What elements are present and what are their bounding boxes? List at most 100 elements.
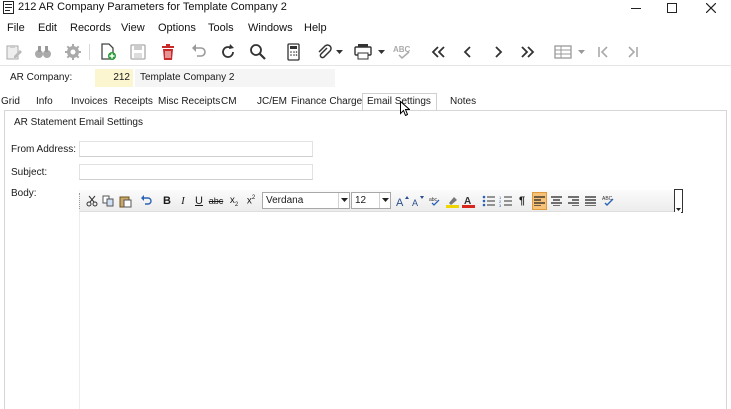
subscript-icon: x2 bbox=[229, 194, 239, 208]
edit-record-button[interactable] bbox=[4, 42, 24, 62]
strikethrough-button[interactable]: abc bbox=[208, 192, 224, 210]
shrink-font-button[interactable]: A bbox=[411, 192, 425, 210]
numbered-list-button[interactable]: 123 bbox=[498, 192, 512, 210]
print-button[interactable] bbox=[353, 42, 373, 62]
minimize-button[interactable] bbox=[621, 0, 651, 16]
email-body-editor[interactable] bbox=[79, 212, 681, 409]
maximize-icon bbox=[667, 3, 677, 13]
grid-layout-dropdown[interactable] bbox=[576, 42, 588, 62]
underline-button[interactable]: U bbox=[192, 192, 206, 210]
tab-notes[interactable]: Notes bbox=[450, 96, 476, 107]
tab-invoices[interactable]: Invoices bbox=[71, 96, 108, 107]
find-binoculars-icon bbox=[35, 46, 51, 58]
last-record-button[interactable] bbox=[518, 42, 538, 62]
justify-button[interactable] bbox=[583, 192, 597, 210]
font-color-button[interactable]: A bbox=[461, 192, 475, 210]
tab-finance-charges[interactable]: Finance Charges bbox=[291, 96, 367, 107]
print-dropdown[interactable] bbox=[376, 42, 388, 62]
font-size-select[interactable]: 12 bbox=[351, 192, 391, 209]
tab-info[interactable]: Info bbox=[36, 96, 53, 107]
new-record-icon bbox=[101, 43, 116, 60]
bullet-list-button[interactable] bbox=[481, 192, 495, 210]
menu-view[interactable]: View bbox=[121, 22, 145, 34]
previous-record-button[interactable] bbox=[458, 42, 478, 62]
subject-input[interactable] bbox=[79, 164, 313, 180]
body-label: Body: bbox=[11, 188, 37, 199]
company-code[interactable]: 212 bbox=[95, 69, 133, 87]
menu-edit[interactable]: Edit bbox=[38, 22, 57, 34]
paste-button[interactable] bbox=[118, 192, 132, 210]
svg-text:3: 3 bbox=[499, 203, 502, 207]
title-bar: 212 AR Company Parameters for Template C… bbox=[0, 0, 731, 18]
section-title: AR Statement Email Settings bbox=[12, 117, 145, 128]
align-center-button[interactable] bbox=[549, 192, 563, 210]
align-left-button[interactable] bbox=[532, 192, 547, 210]
highlight-button[interactable] bbox=[445, 192, 459, 210]
grow-font-button[interactable]: A bbox=[395, 192, 409, 210]
attachment-dropdown[interactable] bbox=[334, 42, 346, 62]
last-page-button[interactable] bbox=[623, 42, 643, 62]
first-record-icon bbox=[431, 46, 445, 58]
spellcheck-button[interactable]: ABC bbox=[393, 42, 413, 62]
bold-button[interactable]: B bbox=[160, 192, 174, 210]
grow-font-icon: A bbox=[396, 196, 409, 207]
attachment-button[interactable] bbox=[314, 42, 334, 62]
tab-bar: Grid Info Invoices Receipts Misc Receipt… bbox=[0, 93, 731, 111]
company-label: AR Company: bbox=[10, 72, 73, 83]
subscript-button[interactable]: x2 bbox=[227, 192, 241, 210]
toolbar-separator bbox=[89, 44, 90, 60]
delete-button[interactable] bbox=[158, 42, 178, 62]
close-button[interactable] bbox=[696, 0, 726, 16]
italic-button[interactable]: I bbox=[176, 192, 190, 210]
tab-jc-em[interactable]: JC/EM bbox=[257, 96, 287, 107]
cut-button[interactable] bbox=[85, 192, 99, 210]
settings-button[interactable] bbox=[63, 42, 83, 62]
calculator-button[interactable] bbox=[283, 42, 303, 62]
first-record-button[interactable] bbox=[428, 42, 448, 62]
tab-misc-receipts[interactable]: Misc Receipts bbox=[158, 96, 220, 107]
tab-grid[interactable]: Grid bbox=[1, 96, 20, 107]
new-record-button[interactable] bbox=[98, 42, 118, 62]
maximize-button[interactable] bbox=[657, 0, 687, 16]
paste-icon bbox=[119, 196, 131, 207]
editor-spellcheck-button[interactable]: abc bbox=[428, 192, 442, 210]
save-button[interactable] bbox=[128, 42, 148, 62]
editor-toolbar-overflow[interactable] bbox=[674, 189, 683, 213]
save-icon bbox=[130, 44, 146, 60]
paragraph-mark-button[interactable]: ¶ bbox=[515, 192, 529, 210]
tab-cm[interactable]: CM bbox=[221, 96, 237, 107]
from-address-input[interactable] bbox=[79, 141, 313, 157]
search-button[interactable] bbox=[248, 42, 268, 62]
refresh-button[interactable] bbox=[218, 42, 238, 62]
numbered-list-icon: 123 bbox=[499, 195, 512, 207]
undo-button[interactable] bbox=[189, 42, 209, 62]
spell-check-all-icon: ABC bbox=[602, 196, 614, 206]
underline-icon: U bbox=[195, 195, 203, 207]
toolbar-grip[interactable] bbox=[79, 193, 82, 209]
menu-tools[interactable]: Tools bbox=[208, 22, 234, 34]
menu-file[interactable]: File bbox=[7, 22, 25, 34]
copy-button[interactable] bbox=[101, 192, 115, 210]
app-document-icon bbox=[3, 1, 14, 14]
menu-records[interactable]: Records bbox=[70, 22, 111, 34]
grid-layout-button[interactable] bbox=[553, 42, 573, 62]
last-page-icon bbox=[628, 46, 638, 58]
menu-options[interactable]: Options bbox=[158, 22, 196, 34]
chevron-down-icon bbox=[379, 193, 390, 208]
superscript-button[interactable]: x2 bbox=[244, 192, 258, 210]
main-toolbar: ABC bbox=[0, 38, 731, 66]
undo-icon bbox=[141, 195, 152, 205]
tab-receipts[interactable]: Receipts bbox=[114, 96, 153, 107]
editor-undo-button[interactable] bbox=[139, 192, 153, 210]
find-button[interactable] bbox=[33, 42, 53, 62]
font-family-select[interactable]: Verdana bbox=[262, 192, 350, 209]
search-icon bbox=[250, 44, 266, 60]
menu-help[interactable]: Help bbox=[304, 22, 327, 34]
align-right-button[interactable] bbox=[566, 192, 580, 210]
spell-check-all-button[interactable]: ABC bbox=[601, 192, 617, 210]
next-record-button[interactable] bbox=[488, 42, 508, 62]
menu-windows[interactable]: Windows bbox=[248, 22, 293, 34]
first-page-button[interactable] bbox=[593, 42, 613, 62]
print-icon bbox=[354, 44, 372, 60]
highlight-icon bbox=[445, 196, 459, 208]
